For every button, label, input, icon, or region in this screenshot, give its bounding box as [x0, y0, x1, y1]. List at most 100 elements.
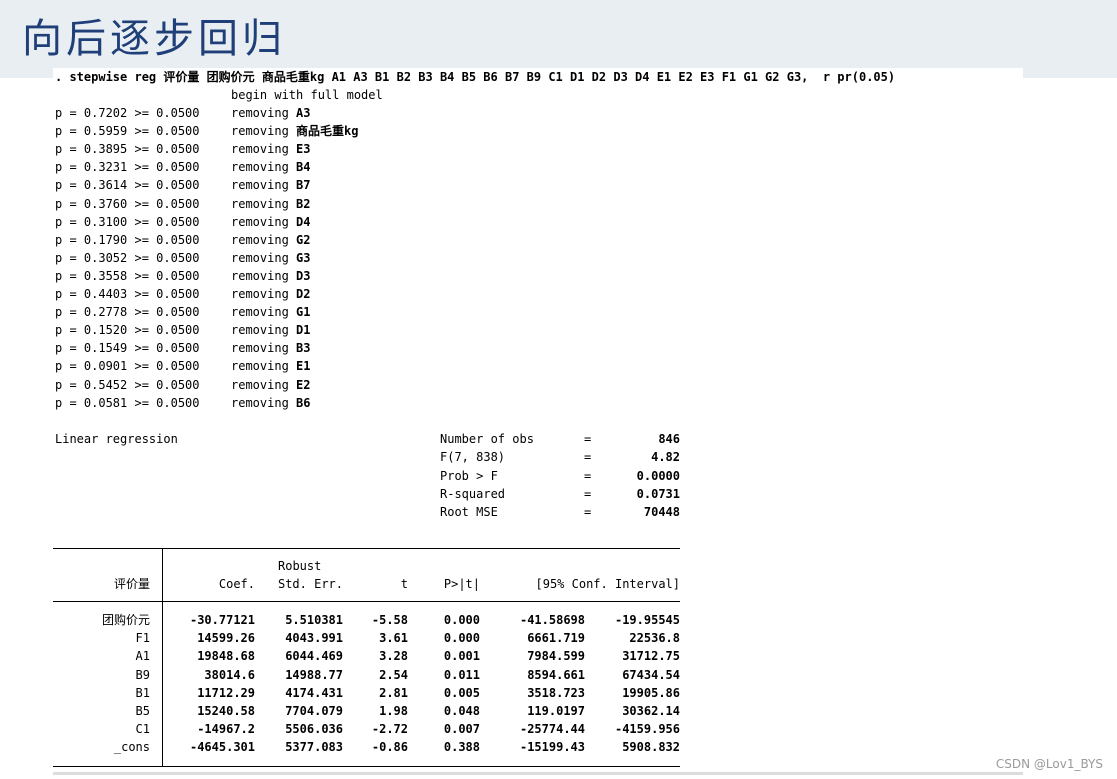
- cell-std-err: 6044.469: [285, 649, 343, 664]
- command-rest: kg A1 A3 B1 B2 B3 B4 B5 B6 B7 B9 C1 D1 D…: [309, 70, 896, 84]
- header-p: P>|t|: [443, 577, 480, 591]
- cell-std-err: 4043.991: [285, 631, 343, 646]
- header-se: Std. Err.: [277, 577, 343, 591]
- step-pvalue: p = 0.0581 >= 0.0500: [55, 395, 200, 410]
- step-pvalue: p = 0.1520 >= 0.0500: [55, 323, 200, 338]
- step-pvalue: p = 0.1790 >= 0.0500: [55, 232, 200, 247]
- step-action-label: removing: [231, 124, 289, 139]
- stat-equals: =: [584, 505, 592, 520]
- step-var-cn: 商品毛重: [296, 124, 345, 139]
- begin-text: begin with full model: [231, 88, 383, 102]
- step-action: removing E3: [231, 140, 310, 158]
- step-pvalue: p = 0.4403 >= 0.0500: [55, 287, 200, 301]
- cell-ci-high: -4159.956: [614, 722, 680, 737]
- stat-label: Number of obs: [440, 432, 534, 446]
- step-var: D4: [296, 214, 311, 229]
- cell-coef: -14967.2: [197, 722, 255, 737]
- table-header-rule: [53, 601, 680, 602]
- cell-ci-low: 7984.599: [527, 649, 585, 664]
- cell-t: 3.28: [379, 649, 408, 664]
- step-pvalue: p = 0.3052 >= 0.0500: [55, 250, 200, 265]
- cell-p: 0.000: [443, 631, 480, 646]
- robust-label: Robust: [278, 559, 322, 573]
- step-pvalue: p = 0.5452 >= 0.0500: [55, 377, 200, 392]
- stat-equals: =: [584, 432, 592, 446]
- step-action: removing D1: [231, 321, 310, 339]
- cell-std-err: 5377.083: [285, 740, 343, 755]
- command-prompt: . stepwise reg: [55, 70, 157, 84]
- stat-label: R-squared: [440, 486, 506, 501]
- step-pvalue: p = 0.2778 >= 0.0500: [55, 305, 200, 320]
- cell-std-err: 4174.431: [285, 685, 343, 700]
- step-action: removing E2: [231, 376, 310, 394]
- step-pvalue: p = 0.3614 >= 0.0500: [55, 178, 200, 193]
- step-action-label: removing: [231, 214, 289, 229]
- command-line: . stepwise reg 评价量 团购价元 商品毛重kg A1 A3 B1 …: [55, 68, 895, 86]
- cell-ci-high: 31712.75: [622, 649, 680, 664]
- dep-var-header: 评价量: [113, 577, 150, 591]
- step-var: G1: [296, 305, 311, 320]
- step-action: removing D3: [231, 267, 310, 285]
- cell-ci-high: 5908.832: [622, 740, 680, 755]
- step-action-label: removing: [231, 268, 289, 283]
- model-label: Linear regression: [55, 432, 178, 446]
- cell-ci-high: 67434.54: [622, 667, 680, 682]
- step-var: G3: [296, 250, 311, 265]
- cell-ci-low: 8594.661: [527, 667, 585, 682]
- cell-p: 0.011: [443, 667, 480, 682]
- header-ci: [95% Conf. Interval]: [535, 577, 681, 591]
- step-action-label: removing: [231, 196, 289, 211]
- step-pvalue: p = 0.1549 >= 0.0500: [55, 341, 200, 356]
- step-action: removing B7: [231, 176, 310, 194]
- step-action: removing E1: [231, 357, 310, 375]
- step-var: B7: [296, 178, 311, 193]
- step-action-label: removing: [231, 359, 289, 374]
- table-divider: [162, 548, 163, 767]
- cell-var-name: _cons: [113, 740, 150, 755]
- step-var: B4: [296, 160, 311, 175]
- step-var: B6: [296, 395, 311, 410]
- cell-t: 2.81: [379, 685, 408, 700]
- stat-value: 846: [658, 432, 680, 446]
- step-action: removing A3: [231, 104, 310, 122]
- step-action-label: removing: [231, 142, 289, 157]
- cell-coef: 19848.68: [197, 649, 255, 664]
- cell-ci-high: 30362.14: [622, 704, 680, 718]
- step-var: E1: [296, 359, 311, 374]
- step-pvalue: p = 0.3895 >= 0.0500: [55, 142, 200, 157]
- cell-std-err: 5506.036: [285, 722, 343, 737]
- cell-ci-high: 19905.86: [622, 685, 680, 700]
- cell-ci-high: -19.95545: [614, 613, 680, 627]
- cell-t: 2.54: [379, 667, 408, 682]
- table-top-rule: [53, 548, 680, 549]
- cell-coef: -30.77121: [189, 613, 255, 627]
- step-action-label: removing: [231, 395, 289, 410]
- step-pvalue: p = 0.3231 >= 0.0500: [55, 160, 200, 175]
- slide-title: 向后逐步回归: [22, 16, 286, 62]
- step-pvalue: p = 0.3760 >= 0.0500: [55, 196, 200, 211]
- cell-coef: 14599.26: [197, 631, 255, 646]
- header-t: t: [400, 577, 408, 591]
- step-action-label: removing: [231, 178, 289, 193]
- step-var: E2: [296, 377, 311, 392]
- step-pvalue: p = 0.0901 >= 0.0500: [55, 359, 200, 374]
- step-action: removing G2: [231, 231, 310, 249]
- step-pvalue: p = 0.5959 >= 0.0500: [55, 124, 200, 139]
- cell-t: 3.61: [379, 631, 408, 646]
- step-action: removing 商品毛重kg: [231, 122, 359, 140]
- cell-p: 0.388: [443, 740, 480, 755]
- cell-var-name: A1: [135, 649, 150, 664]
- step-pvalue: p = 0.3100 >= 0.0500: [55, 214, 200, 229]
- step-action-label: removing: [231, 250, 289, 265]
- command-var-cn-2: 团购价元: [206, 70, 255, 84]
- cell-var-name: F1: [135, 631, 150, 646]
- step-action-label: removing: [231, 232, 289, 247]
- cell-t: 1.98: [379, 704, 408, 718]
- cell-ci-low: -15199.43: [519, 740, 585, 755]
- cell-t: -5.58: [371, 613, 408, 627]
- stat-label: Root MSE: [440, 505, 498, 520]
- step-action: removing G3: [231, 249, 310, 267]
- stat-value: 0.0731: [636, 486, 680, 501]
- step-action: removing B4: [231, 158, 310, 176]
- step-action: removing D2: [231, 285, 310, 303]
